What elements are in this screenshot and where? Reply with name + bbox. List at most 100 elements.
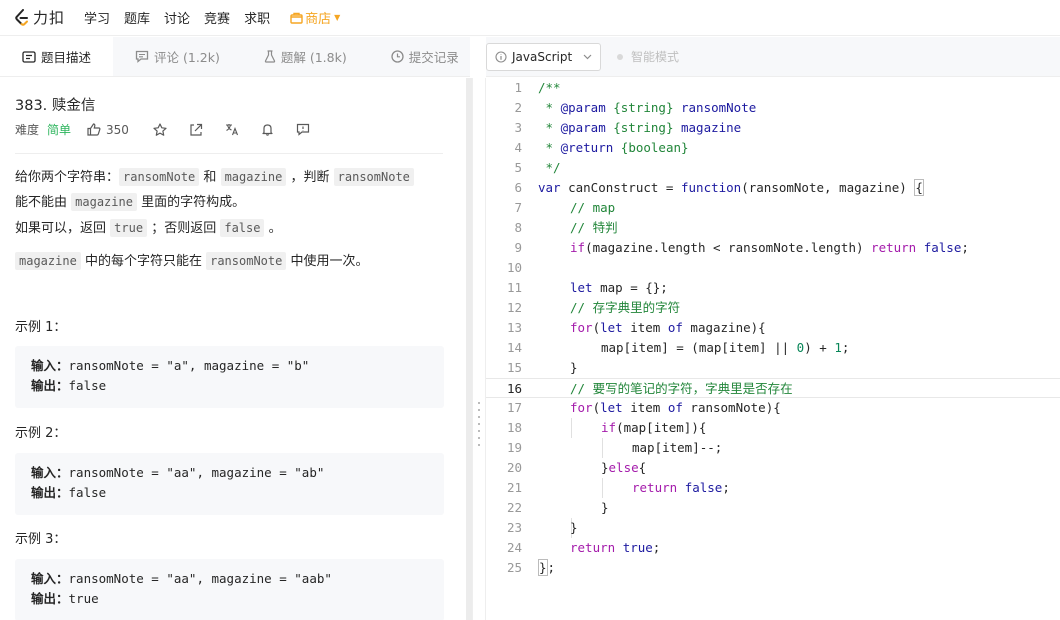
token: }: [601, 500, 609, 515]
notification-button[interactable]: [261, 123, 274, 136]
tab-solutions[interactable]: 题解 (1.8k): [242, 37, 369, 76]
token: }: [601, 460, 609, 475]
nav-item-jobs[interactable]: 求职: [244, 8, 270, 27]
line-number: 21: [506, 480, 522, 495]
text: 。: [268, 221, 282, 236]
input-label: 输入：: [31, 571, 69, 586]
status-dot-icon: [617, 53, 623, 60]
smart-mode-toggle[interactable]: 智能模式: [617, 48, 679, 65]
token: map[item] = (map[item] ||: [601, 340, 797, 355]
code-line: 22}: [486, 498, 1060, 518]
code-line: 21 return false;: [486, 478, 1060, 498]
chevron-down-icon: [583, 54, 592, 59]
output-label: 输出：: [31, 591, 69, 606]
bell-icon: [262, 124, 273, 136]
store-icon: [290, 12, 303, 24]
token: (: [592, 400, 601, 415]
text: 给你两个字符串：: [15, 170, 120, 185]
token: magazine){: [682, 320, 766, 335]
code-line: 12 // 存字典里的字符: [486, 298, 1060, 318]
line-number: 18: [506, 420, 522, 435]
input-label: 输入：: [31, 358, 69, 373]
code-text: }else{: [601, 458, 646, 478]
token: else: [608, 460, 639, 475]
output-label: 输出：: [31, 378, 69, 393]
code-line: 20}else{: [486, 458, 1060, 478]
token: for: [570, 400, 593, 415]
text: ；否则返回: [151, 221, 217, 236]
code-text: * @param {string} magazine: [538, 118, 742, 138]
drag-handle-icon[interactable]: [478, 402, 481, 446]
code-line: 2 * @param {string} ransomNote: [486, 98, 1060, 118]
nav-item-problemset[interactable]: 题库: [124, 8, 150, 27]
token: return: [632, 480, 678, 495]
inline-code: true: [110, 219, 148, 237]
token: // 要写的笔记的字符，字典里是否存在: [570, 381, 793, 396]
chevron-down-icon: ▼: [334, 13, 341, 22]
difficulty-label: 难度: [15, 123, 40, 137]
code-text: return false;: [632, 478, 730, 498]
code-text: return true;: [570, 538, 660, 558]
tab-submissions[interactable]: 提交记录: [369, 37, 481, 76]
token: let: [600, 400, 623, 415]
code-line: 10: [486, 258, 1060, 278]
top-nav: 力扣 学习 题库 讨论 竞赛 求职 商店 ▼: [0, 0, 1060, 36]
tab-description[interactable]: 题目描述: [0, 37, 114, 76]
token: ;: [841, 340, 850, 355]
code-line: 5 */: [486, 158, 1060, 178]
nav-item-discuss[interactable]: 讨论: [164, 8, 190, 27]
code-text: // map: [570, 198, 615, 218]
panel-splitter[interactable]: [472, 78, 486, 620]
line-number: 11: [506, 280, 522, 295]
code-text: // 要写的笔记的字符，字典里是否存在: [570, 379, 793, 399]
code-text: }: [601, 498, 609, 518]
token: @return: [560, 140, 614, 155]
nav-item-contest[interactable]: 竞赛: [204, 8, 230, 27]
clock-icon: [391, 50, 404, 63]
inline-code: magazine: [15, 252, 81, 270]
like-button[interactable]: 350: [87, 123, 129, 137]
code-line: 14 map[item] = (map[item] || 0) + 1;: [486, 338, 1060, 358]
feedback-button[interactable]: [296, 123, 310, 136]
code-line: 23}: [486, 518, 1060, 538]
nav-item-learn[interactable]: 学习: [84, 8, 110, 27]
token: {boolean}: [613, 140, 689, 155]
token: let: [600, 320, 623, 335]
store-label: 商店: [305, 12, 332, 27]
example-heading: 示例 1：: [15, 320, 67, 335]
favorite-button[interactable]: [153, 123, 167, 136]
token: function: [681, 180, 742, 195]
tab-submissions-label: 提交记录: [408, 50, 459, 65]
share-button[interactable]: [189, 123, 203, 136]
token: for: [570, 320, 593, 335]
token: */: [538, 160, 561, 175]
tab-comments[interactable]: 评论 (1.2k): [113, 37, 242, 76]
logo[interactable]: 力扣: [14, 7, 70, 28]
line-number: 2: [514, 100, 522, 115]
share-icon: [190, 123, 203, 136]
line-number: 6: [514, 180, 522, 195]
line-number: 25: [506, 560, 522, 575]
problem-description-panel: 383. 赎金信 难度 简单 350 给你两个字符串： ransomNote 和 …: [0, 78, 466, 620]
code-text: var canConstruct = function(ransomNote, …: [538, 178, 924, 198]
token: if: [570, 240, 586, 255]
token: return: [871, 240, 917, 255]
token: /**: [538, 80, 561, 95]
code-editor[interactable]: 1 /** 2 * @param {string} ransomNote 3 * …: [486, 78, 1060, 620]
code-text: map[item]--;: [632, 438, 722, 458]
code-line: 9 if(magazine.length < ransomNote.length)…: [486, 238, 1060, 258]
token: }: [570, 520, 578, 535]
description-paragraph-3: magazine 中的每个字符只能在 ransomNote 中使用一次。: [15, 249, 440, 274]
nav-item-store[interactable]: 商店 ▼: [290, 8, 340, 27]
token: @param: [560, 120, 606, 135]
language-select[interactable]: JavaScript: [486, 42, 601, 71]
translate-button[interactable]: [225, 123, 239, 136]
line-number: 8: [514, 220, 522, 235]
description-paragraph-1: 给你两个字符串： ransomNote 和 magazine ，判断 ransom…: [15, 165, 440, 215]
line-number: 10: [506, 260, 522, 275]
token: ;: [652, 540, 661, 555]
input-label: 输入：: [31, 465, 69, 480]
tab-comments-label: 评论 (1.2k): [154, 50, 220, 65]
code-text: * @return {boolean}: [538, 138, 689, 158]
